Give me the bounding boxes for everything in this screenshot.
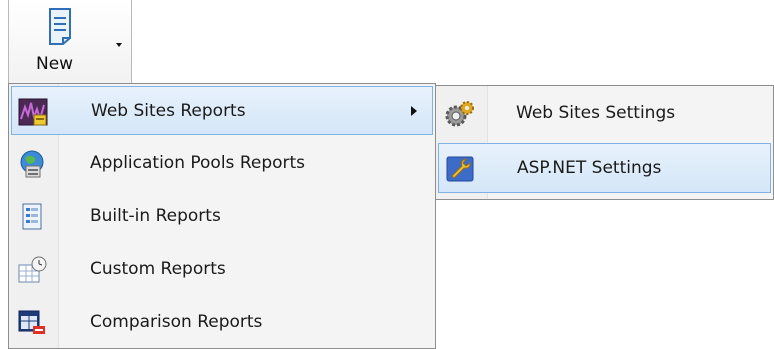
menu-item-application-pools-reports[interactable]: Application Pools Reports (11, 139, 433, 188)
wrench-icon (446, 156, 474, 182)
new-document-icon (49, 8, 71, 45)
new-button-label: New (36, 54, 74, 74)
menu-item-label: Built-in Reports (90, 206, 221, 226)
built-in-reports-icon (22, 203, 42, 230)
new-report-menu: Web Sites Reports Application Pools Repo… (8, 83, 436, 349)
application-pools-icon (20, 150, 44, 178)
custom-reports-icon (18, 256, 47, 283)
comparison-reports-icon (18, 310, 45, 334)
submenu-item-asp-net-settings[interactable]: ASP.NET Settings (438, 143, 771, 193)
menu-item-label: Application Pools Reports (90, 153, 306, 173)
menu-item-comparison-reports[interactable]: Comparison Reports (11, 298, 433, 347)
menu-item-custom-reports[interactable]: Custom Reports (11, 245, 433, 294)
menu-item-label: Custom Reports (90, 259, 226, 279)
submenu-arrow-icon (411, 106, 417, 116)
new-button[interactable]: New (8, 0, 132, 86)
menu-item-label: Comparison Reports (90, 312, 263, 332)
chevron-down-icon[interactable] (113, 40, 125, 50)
menu-item-web-sites-reports[interactable]: Web Sites Reports (11, 86, 433, 135)
menu-item-built-in-reports[interactable]: Built-in Reports (11, 192, 433, 241)
menu-item-label: Web Sites Reports (91, 101, 246, 121)
web-sites-reports-submenu: Web Sites Settings ASP.NET Settings (435, 85, 774, 200)
submenu-item-label: ASP.NET Settings (517, 158, 662, 178)
gears-icon (445, 101, 474, 127)
web-sites-reports-icon (18, 98, 48, 126)
submenu-item-label: Web Sites Settings (516, 103, 676, 123)
submenu-item-web-sites-settings[interactable]: Web Sites Settings (438, 89, 771, 139)
